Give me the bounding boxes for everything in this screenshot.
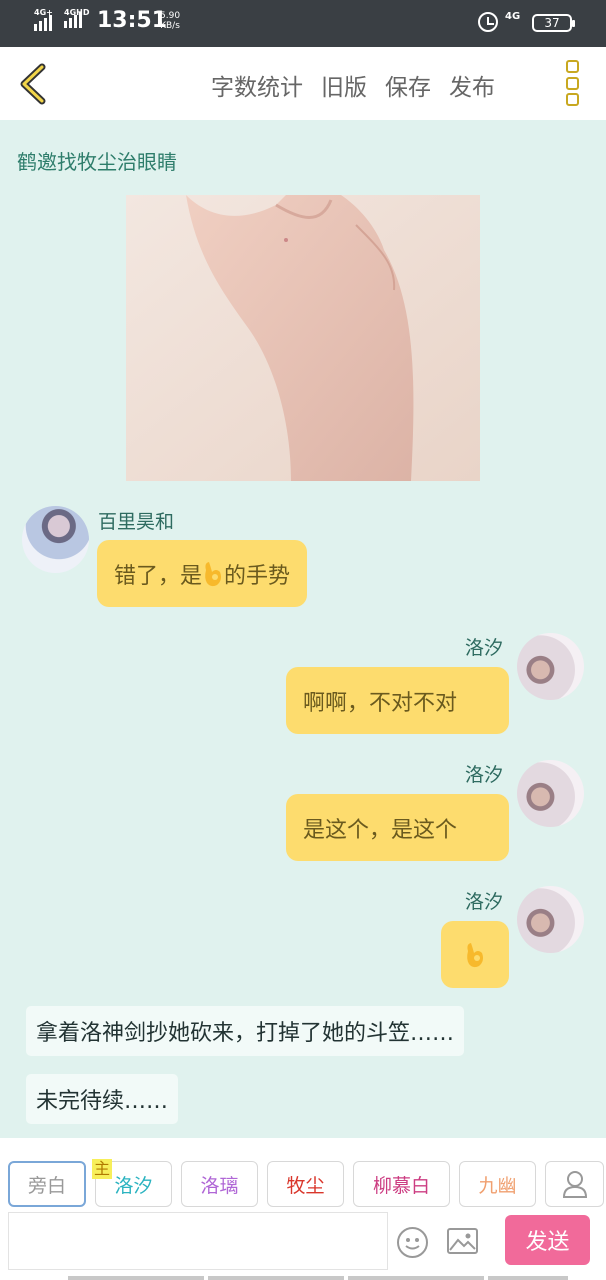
role-label: 洛璃 xyxy=(200,1174,239,1197)
sender-name: 百里昊和 xyxy=(98,511,175,533)
publish-button[interactable]: 发布 xyxy=(449,68,495,102)
more-menu-icon[interactable] xyxy=(566,60,580,106)
save-button[interactable]: 保存 xyxy=(385,68,431,102)
word-count-button[interactable]: 字数统计 xyxy=(211,68,303,102)
message-bubble[interactable] xyxy=(441,921,509,988)
status-bar: 4G+ 4GHD 13:51 5.90 KB/s 4G 37 xyxy=(0,0,606,47)
message-text-suffix: 的手势 xyxy=(224,563,291,589)
signal-icon-2: 4GHD xyxy=(64,8,89,28)
role-liumubai[interactable]: 柳慕白 xyxy=(353,1161,450,1207)
emoji-icon[interactable] xyxy=(397,1227,428,1258)
role-label: 九幽 xyxy=(478,1174,517,1197)
network-speed: 5.90 KB/s xyxy=(160,11,180,31)
message-text: 错了，是 xyxy=(114,563,203,589)
message-bubble[interactable]: 错了，是 的手势 xyxy=(97,540,308,607)
ok-hand-emoji-icon xyxy=(467,942,483,967)
header-actions: 字数统计 旧版 保存 发布 xyxy=(211,68,495,102)
back-chevron-icon[interactable] xyxy=(14,62,54,106)
role-label: 旁白 xyxy=(27,1174,66,1197)
role-selector: 旁白 主 洛汐 洛璃 牧尘 柳慕白 九幽 xyxy=(8,1159,604,1207)
hand-photo[interactable] xyxy=(126,195,480,481)
role-label: 柳慕白 xyxy=(372,1174,430,1197)
speed-unit: KB/s xyxy=(160,21,180,31)
message-input[interactable] xyxy=(8,1212,388,1270)
sender-name: 洛汐 xyxy=(465,891,504,913)
avatar-luoxi[interactable] xyxy=(517,886,584,953)
user-icon[interactable] xyxy=(545,1161,604,1207)
speed-value: 5.90 xyxy=(160,11,181,21)
sim1-label: 4G+ xyxy=(34,8,53,17)
role-label: 洛汐 xyxy=(114,1174,153,1197)
alarm-icon xyxy=(478,12,498,32)
role-muchen[interactable]: 牧尘 xyxy=(267,1161,344,1207)
scroll-indicator xyxy=(208,1276,344,1280)
avatar-luoxi[interactable] xyxy=(517,633,584,700)
scene-title: 鹤邀找牧尘治眼睛 xyxy=(17,150,177,174)
message-text: 啊啊，不对不对 xyxy=(303,690,458,716)
narration-line[interactable]: 未完待续…… xyxy=(26,1074,179,1124)
image-icon[interactable] xyxy=(447,1228,478,1254)
chat-area[interactable]: 鹤邀找牧尘治眼睛 百里昊和 错了，是 的手势 洛汐 啊啊，不对不对 洛汐 是这个… xyxy=(0,120,606,1138)
role-luoxi[interactable]: 主 洛汐 xyxy=(92,1159,172,1207)
role-narrator[interactable]: 旁白 xyxy=(8,1161,86,1207)
scroll-indicator xyxy=(488,1276,568,1280)
message-bubble[interactable]: 是这个，是这个 xyxy=(286,794,509,861)
role-label: 牧尘 xyxy=(286,1174,325,1197)
network-type: 4G xyxy=(505,11,521,22)
send-button[interactable]: 发送 xyxy=(505,1215,590,1265)
sender-name: 洛汐 xyxy=(465,637,504,659)
top-bar: 字数统计 旧版 保存 发布 xyxy=(0,47,606,120)
role-luoli[interactable]: 洛璃 xyxy=(181,1161,258,1207)
scroll-indicator xyxy=(68,1276,204,1280)
old-version-button[interactable]: 旧版 xyxy=(321,68,367,102)
sim2-label: 4GHD xyxy=(64,8,90,17)
narration-line[interactable]: 拿着洛神剑抄她砍来，打掉了她的斗笠…… xyxy=(26,1006,465,1056)
message-bubble[interactable]: 啊啊，不对不对 xyxy=(286,667,509,734)
sender-name: 洛汐 xyxy=(465,764,504,786)
role-jiuyou[interactable]: 九幽 xyxy=(459,1161,536,1207)
avatar-baili[interactable] xyxy=(22,506,89,573)
battery-icon: 37 xyxy=(532,14,575,32)
message-text: 是这个，是这个 xyxy=(303,817,458,843)
main-role-badge: 主 xyxy=(92,1159,113,1179)
clock: 13:51 xyxy=(97,8,168,33)
avatar-luoxi[interactable] xyxy=(517,760,584,827)
signal-icon: 4G+ xyxy=(34,8,53,31)
scroll-indicator xyxy=(348,1276,484,1280)
composer-toolbar: 旁白 主 洛汐 洛璃 牧尘 柳慕白 九幽 发送 xyxy=(0,1138,606,1280)
ok-hand-emoji-icon xyxy=(205,561,222,586)
